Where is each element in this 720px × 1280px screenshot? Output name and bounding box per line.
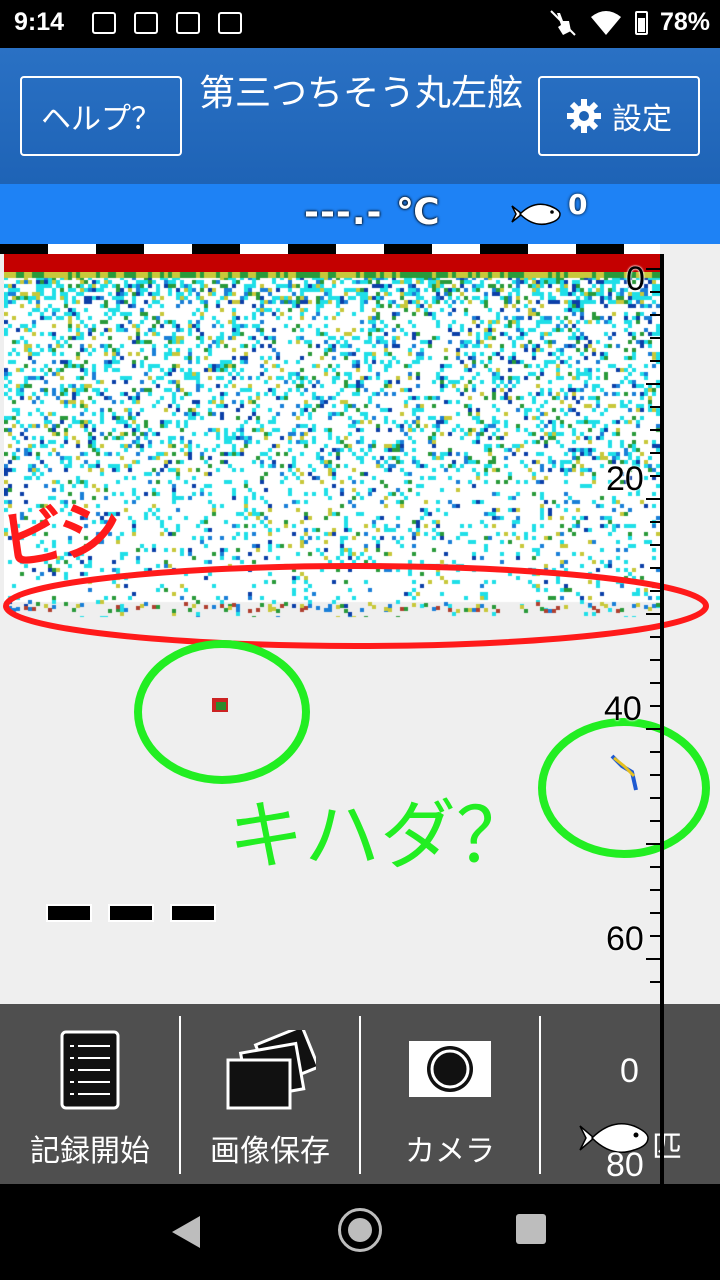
fish-circle-right xyxy=(538,718,710,858)
depth-scale-tick xyxy=(650,429,660,431)
record-button[interactable]: 記録開始 xyxy=(0,1004,180,1184)
depth-scale-tick xyxy=(650,751,660,753)
battery-icon xyxy=(634,10,648,35)
fish-echo-marks xyxy=(3,563,710,858)
depth-scale-tick xyxy=(646,613,660,615)
sonar-display[interactable]: ビシ キハダ？ 0 20 40 60 xyxy=(0,244,720,1004)
settings-label: 設定 xyxy=(612,102,672,137)
depth-label-20: 20 xyxy=(606,460,644,498)
depth-label-40: 40 xyxy=(604,690,642,728)
back-icon[interactable] xyxy=(172,1216,200,1248)
info-bar: ---.- ℃ 0 xyxy=(0,184,720,244)
navigation-bar xyxy=(0,1184,720,1280)
depth-scale-tick xyxy=(650,820,660,822)
depth-scale-tick xyxy=(650,360,660,362)
water-temperature: ---.- ℃ xyxy=(304,192,441,233)
depth-scale-tick xyxy=(650,337,660,339)
fish-counter-value: 0 xyxy=(620,1052,639,1090)
depth-scale-tick xyxy=(650,889,660,891)
recent-apps-icon[interactable] xyxy=(516,1214,546,1244)
fish-icon xyxy=(511,203,561,226)
notification-icons xyxy=(92,12,242,34)
depth-scale-tick xyxy=(650,452,660,454)
help-label: ヘルプ？ xyxy=(41,102,161,137)
save-image-label: 画像保存 xyxy=(210,1134,330,1169)
touch-icon xyxy=(550,9,576,36)
depth-scale-line-lower xyxy=(660,1004,664,1184)
app-notification-icon xyxy=(134,12,158,34)
depth-dash xyxy=(108,904,154,922)
wifi-icon xyxy=(590,10,621,35)
record-label: 記録開始 xyxy=(30,1134,150,1169)
status-bar: 9:14 78% xyxy=(0,0,720,48)
depth-scale-tick xyxy=(650,291,660,293)
depth-scale-tick xyxy=(650,544,660,546)
depth-scale-tick xyxy=(646,728,660,730)
battery-percent: 78% xyxy=(659,8,710,36)
depth-scale-tick xyxy=(650,935,660,937)
record-list-icon xyxy=(60,1030,120,1110)
home-icon[interactable] xyxy=(338,1208,382,1252)
depth-label-80: 80 xyxy=(606,1146,644,1184)
depth-scale-tick xyxy=(646,383,660,385)
depth-scale-tick xyxy=(650,682,660,684)
camera-button[interactable]: カメラ xyxy=(360,1004,540,1184)
depth-scale-tick xyxy=(650,981,660,983)
depth-scale-tick xyxy=(650,521,660,523)
depth-label-0: 0 xyxy=(626,260,645,298)
bishi-annotation: ビシ xyxy=(0,491,122,581)
depth-scale-tick xyxy=(650,912,660,914)
image-notification-icon xyxy=(92,12,116,34)
depth-scale-tick xyxy=(646,268,660,270)
depth-scale-tick xyxy=(646,498,660,500)
fish-unit: 匹 xyxy=(652,1130,682,1165)
depth-scale-tick xyxy=(646,843,660,845)
news-notification-icon-2 xyxy=(218,12,242,34)
save-image-button[interactable]: 画像保存 xyxy=(180,1004,360,1184)
bishi-ellipse xyxy=(3,563,709,649)
news-notification-icon xyxy=(176,12,200,34)
depth-scale-tick xyxy=(650,636,660,638)
settings-button[interactable]: 設定 xyxy=(538,76,700,156)
status-right: 78% xyxy=(549,8,710,37)
depth-scale-tick xyxy=(650,797,660,799)
depth-scale-tick xyxy=(650,774,660,776)
depth-scale-tick xyxy=(650,475,660,477)
kihada-annotation: キハダ？ xyxy=(228,791,532,880)
depth-scale-tick xyxy=(650,866,660,868)
depth-scale-tick xyxy=(650,659,660,661)
bottom-toolbar: 記録開始 画像保存 カメラ 0 匹 80 xyxy=(0,1004,720,1184)
depth-dash xyxy=(46,904,92,922)
depth-scale-tick xyxy=(650,314,660,316)
depth-scale-tick xyxy=(650,590,660,592)
depth-scale-tick xyxy=(650,406,660,408)
depth-scale-tick xyxy=(650,705,660,707)
fish-count: 0 xyxy=(568,188,588,221)
depth-scale-tick xyxy=(650,567,660,569)
page-title: 第三つちそう丸左舷 xyxy=(198,73,523,114)
camera-icon xyxy=(409,1041,491,1097)
app-header: ヘルプ？ 第三つちそう丸左舷 設定 xyxy=(0,48,720,184)
help-button[interactable]: ヘルプ？ xyxy=(20,76,182,156)
photos-icon xyxy=(226,1030,316,1110)
depth-scale-tick xyxy=(646,958,660,960)
depth-label-60: 60 xyxy=(606,920,644,958)
camera-label: カメラ xyxy=(405,1134,495,1169)
depth-dash xyxy=(170,904,216,922)
depth-scale-line xyxy=(660,254,664,1004)
status-time: 9:14 xyxy=(14,8,65,36)
gear-icon xyxy=(567,99,601,133)
